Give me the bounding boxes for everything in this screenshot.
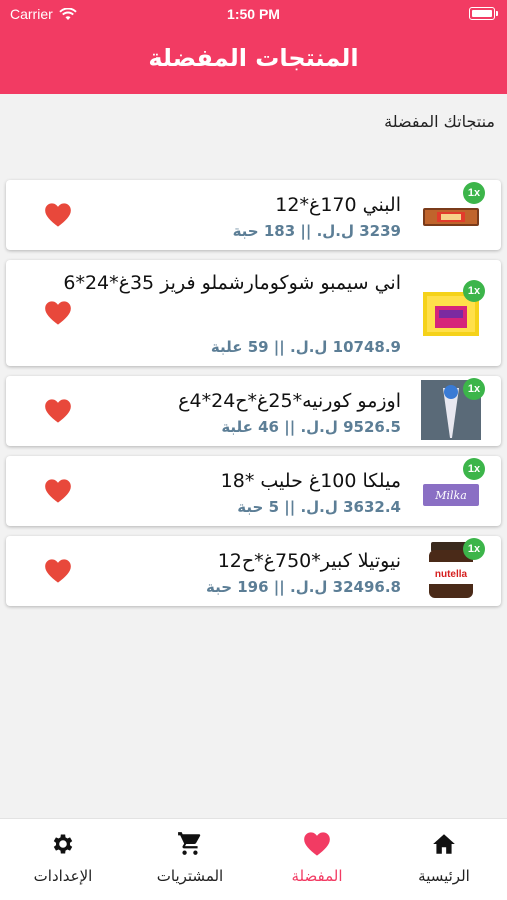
currency: ل.ل. xyxy=(290,338,328,356)
app-header: Carrier 1:50 PM المنتجات المفضلة xyxy=(0,0,507,94)
stock-count: 59 علبة xyxy=(210,338,269,356)
product-price: 32496.8 xyxy=(332,578,401,596)
product-meta: 3632.4 ل.ل. || 5 حبة xyxy=(237,498,401,516)
heart-icon xyxy=(304,832,330,856)
product-meta: 3239 ل.ل. || 183 حبة xyxy=(233,222,401,240)
svg-text:Milka: Milka xyxy=(434,489,467,502)
product-name: البني 170غ*12 xyxy=(275,194,401,216)
product-name: ميلكا 100غ حليب *18 xyxy=(220,470,401,492)
product-card[interactable]: 1x اوزمو كورنيه*25غ*ح24*4ع 9526.5 ل.ل. |… xyxy=(6,376,501,446)
tab-label: المفضلة xyxy=(291,867,343,885)
stock-count: 196 حبة xyxy=(205,578,269,596)
stock-count: 46 علبة xyxy=(221,418,279,436)
product-meta: 9526.5 ل.ل. || 46 علبة xyxy=(221,418,401,436)
product-price: 9526.5 xyxy=(343,418,401,436)
product-card[interactable]: Milka 1x ميلكا 100غ حليب *18 3632.4 ل.ل.… xyxy=(6,456,501,526)
product-price: 10748.9 xyxy=(332,338,401,356)
currency: ل.ل. xyxy=(290,578,328,596)
quantity-badge: 1x xyxy=(463,280,485,302)
product-card[interactable]: nutella 1x نيوتيلا كبير*750غ*ح12 32496.8… xyxy=(6,536,501,606)
product-price: 3239 xyxy=(359,222,401,240)
svg-text:nutella: nutella xyxy=(435,569,468,580)
battery-icon xyxy=(469,7,498,20)
tab-label: المشتريات xyxy=(156,867,224,885)
quantity-badge: 1x xyxy=(463,378,485,400)
currency: ل.ل. xyxy=(300,418,338,436)
favorite-heart-icon[interactable] xyxy=(44,398,72,424)
tab-label: الإعدادات xyxy=(33,867,93,885)
favorite-heart-icon[interactable] xyxy=(44,558,72,584)
cart-icon xyxy=(178,832,201,855)
bottom-tab-bar: الإعدادات المشتريات المفضلة الرئيسية xyxy=(0,818,507,900)
favorite-heart-icon[interactable] xyxy=(44,202,72,228)
separator: || xyxy=(273,578,285,596)
quantity-badge: 1x xyxy=(463,538,485,560)
currency: ل.ل. xyxy=(316,222,355,240)
product-card[interactable]: 1x اني سيمبو شوكومارشملو فريز 35غ*24*6 1… xyxy=(6,260,501,366)
separator: || xyxy=(284,498,296,516)
section-title: منتجاتك المفضلة xyxy=(384,112,495,131)
tab-home[interactable]: الرئيسية xyxy=(381,819,507,900)
tab-settings[interactable]: الإعدادات xyxy=(0,819,126,900)
product-name: اوزمو كورنيه*25غ*ح24*4ع xyxy=(178,390,401,412)
separator: || xyxy=(273,338,285,356)
quantity-badge: 1x xyxy=(463,458,485,480)
tab-purchases[interactable]: المشتريات xyxy=(127,819,253,900)
tab-label: الرئيسية xyxy=(418,867,470,885)
favorite-heart-icon[interactable] xyxy=(44,478,72,504)
product-name: نيوتيلا كبير*750غ*ح12 xyxy=(217,550,401,572)
product-meta: 10748.9 ل.ل. || 59 علبة xyxy=(211,338,401,356)
quantity-badge: 1x xyxy=(463,182,485,204)
stock-count: 183 حبة xyxy=(232,222,296,240)
separator: || xyxy=(284,418,296,436)
gear-icon xyxy=(53,834,73,854)
product-name: اني سيمبو شوكومارشملو فريز 35غ*24*6 xyxy=(63,272,401,294)
favorite-heart-icon[interactable] xyxy=(44,300,72,326)
stock-count: 5 حبة xyxy=(237,498,279,516)
product-price: 3632.4 xyxy=(343,498,401,516)
product-meta: 32496.8 ل.ل. || 196 حبة xyxy=(206,578,401,596)
clock: 1:50 PM xyxy=(227,6,280,22)
product-card[interactable]: 1x البني 170غ*12 3239 ل.ل. || 183 حبة xyxy=(6,180,501,250)
home-icon xyxy=(433,834,455,854)
page-title: المنتجات المفضلة xyxy=(148,44,359,72)
currency: ل.ل. xyxy=(300,498,338,516)
tab-favorites[interactable]: المفضلة xyxy=(254,819,380,900)
separator: || xyxy=(300,222,312,240)
status-bar: Carrier 1:50 PM xyxy=(0,0,507,28)
